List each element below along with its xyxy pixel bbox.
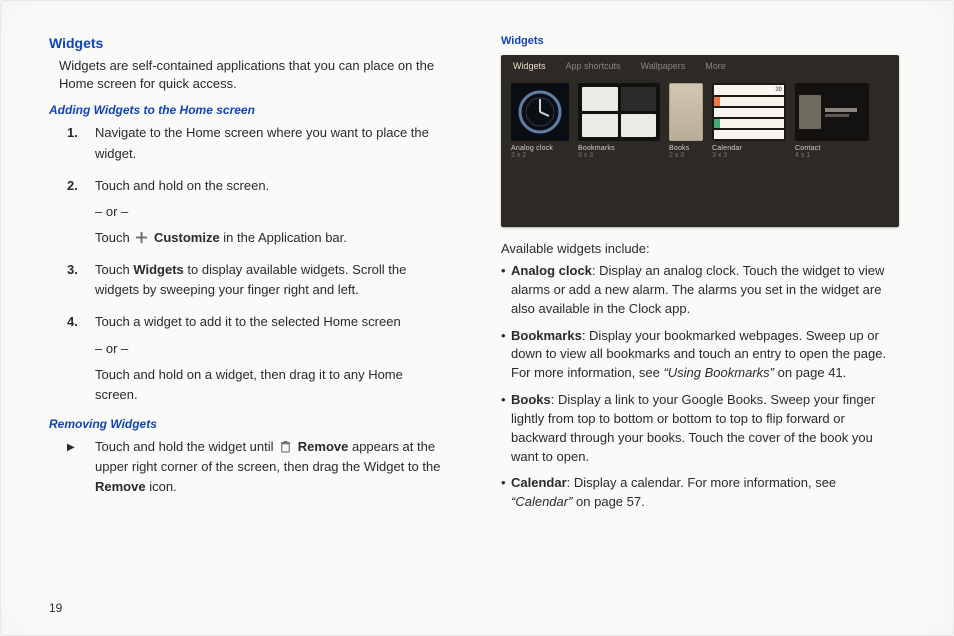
right-column: Widgets Widgets App shortcuts Wallpapers… bbox=[501, 35, 899, 520]
widget-description-list: Analog clock: Display an analog clock. T… bbox=[501, 262, 899, 512]
thumbnail-label: Calendar bbox=[712, 145, 786, 152]
thumbnail-dim: 3 x 3 bbox=[712, 152, 786, 159]
page-number: 19 bbox=[49, 601, 62, 615]
widget-name: Analog clock bbox=[511, 263, 592, 278]
tab-more: More bbox=[705, 61, 726, 71]
widget-analog-clock: Analog clock 2 x 2 bbox=[511, 83, 569, 159]
calendar-header: 30 bbox=[714, 85, 784, 95]
heading-widgets-small: Widgets bbox=[501, 35, 899, 47]
widget-desc-post: on page 57. bbox=[572, 494, 644, 509]
step-number: 1. bbox=[67, 123, 78, 143]
step-text: Touch a widget to add it to the selected… bbox=[95, 314, 401, 329]
widget-books: Books 2 x 3 bbox=[669, 83, 703, 159]
available-text: Available widgets include: bbox=[501, 241, 899, 256]
remove-label: Remove bbox=[298, 439, 349, 454]
thumbnail-dim: 4 x 1 bbox=[795, 152, 869, 159]
widgets-screenshot: Widgets App shortcuts Wallpapers More bbox=[501, 55, 899, 227]
step-1: 1. Navigate to the Home screen where you… bbox=[95, 123, 447, 163]
step-2: 2. Touch and hold on the screen. – or – … bbox=[95, 176, 447, 248]
remove-text-pre: Touch and hold the widget until bbox=[95, 439, 277, 454]
contact-thumbnail bbox=[795, 83, 869, 141]
widget-name: Books bbox=[511, 392, 551, 407]
widget-desc: : Display a link to your Google Books. S… bbox=[511, 392, 875, 464]
left-column: Widgets Widgets are self-contained appli… bbox=[49, 35, 447, 520]
desc-analog-clock: Analog clock: Display an analog clock. T… bbox=[501, 262, 899, 319]
manual-page: Widgets Widgets are self-contained appli… bbox=[0, 0, 954, 636]
widget-desc-post: on page 41. bbox=[774, 365, 846, 380]
adding-steps-list: 1. Navigate to the Home screen where you… bbox=[49, 123, 447, 405]
bookmarks-thumbnail bbox=[578, 83, 660, 141]
heading-adding-widgets: Adding Widgets to the Home screen bbox=[49, 103, 447, 117]
step-3: 3. Touch Widgets to display available wi… bbox=[95, 260, 447, 300]
remove-text-post: icon. bbox=[149, 479, 176, 494]
thumbnail-dim: 2 x 3 bbox=[669, 152, 703, 159]
step-alt: Touch Customize in the Application bar. bbox=[95, 228, 447, 248]
cross-reference: “Using Bookmarks” bbox=[663, 365, 774, 380]
thumbnail-label: Contact bbox=[795, 145, 869, 152]
thumbnail-label: Analog clock bbox=[511, 145, 569, 152]
screenshot-tab-bar: Widgets App shortcuts Wallpapers More bbox=[501, 55, 899, 77]
analog-clock-thumbnail bbox=[511, 83, 569, 141]
trash-can-icon bbox=[279, 440, 292, 453]
widget-calendar: 30 Calendar 3 x 3 bbox=[712, 83, 786, 159]
widgets-label: Widgets bbox=[133, 262, 183, 277]
heading-removing-widgets: Removing Widgets bbox=[49, 417, 447, 431]
tab-widgets: Widgets bbox=[513, 61, 546, 71]
thumbnail-dim: 2 x 2 bbox=[511, 152, 569, 159]
desc-calendar: Calendar: Display a calendar. For more i… bbox=[501, 474, 899, 512]
step-text-pre: Touch bbox=[95, 230, 133, 245]
step-number: 4. bbox=[67, 312, 78, 332]
step-alt: Touch and hold on a widget, then drag it… bbox=[95, 365, 447, 405]
desc-books: Books: Display a link to your Google Boo… bbox=[501, 391, 899, 466]
or-separator: – or – bbox=[95, 339, 447, 359]
remove-step: ▶ Touch and hold the widget until Remove… bbox=[95, 437, 447, 497]
tab-wallpapers: Wallpapers bbox=[641, 61, 686, 71]
triangle-bullet-icon: ▶ bbox=[67, 440, 75, 456]
thumbnail-label: Bookmarks bbox=[578, 145, 660, 152]
cross-reference: “Calendar” bbox=[511, 494, 572, 509]
calendar-thumbnail: 30 bbox=[712, 83, 786, 141]
step-text: Navigate to the Home screen where you wa… bbox=[95, 125, 429, 160]
remove-label: Remove bbox=[95, 479, 146, 494]
screenshot-body: Analog clock 2 x 2 Bookmarks 3 x 3 Books… bbox=[501, 77, 899, 159]
heading-widgets: Widgets bbox=[49, 35, 447, 51]
intro-text: Widgets are self-contained applications … bbox=[59, 57, 447, 93]
customize-label: Customize bbox=[154, 230, 220, 245]
step-text: Touch and hold on the screen. bbox=[95, 178, 269, 193]
step-number: 3. bbox=[67, 260, 78, 280]
step-text-pre: Touch bbox=[95, 262, 133, 277]
or-separator: – or – bbox=[95, 202, 447, 222]
clock-icon bbox=[517, 89, 563, 135]
widget-bookmarks: Bookmarks 3 x 3 bbox=[578, 83, 660, 159]
customize-plus-icon bbox=[135, 231, 148, 244]
widget-desc: : Display a calendar. For more informati… bbox=[567, 475, 837, 490]
widget-name: Bookmarks bbox=[511, 328, 582, 343]
tab-app-shortcuts: App shortcuts bbox=[566, 61, 621, 71]
avatar-icon bbox=[799, 95, 821, 129]
widget-name: Calendar bbox=[511, 475, 567, 490]
removing-list: ▶ Touch and hold the widget until Remove… bbox=[49, 437, 447, 497]
desc-bookmarks: Bookmarks: Display your bookmarked webpa… bbox=[501, 327, 899, 384]
widget-contact: Contact 4 x 1 bbox=[795, 83, 869, 159]
thumbnail-label: Books bbox=[669, 145, 703, 152]
step-4: 4. Touch a widget to add it to the selec… bbox=[95, 312, 447, 405]
books-thumbnail bbox=[669, 83, 703, 141]
thumbnail-dim: 3 x 3 bbox=[578, 152, 660, 159]
step-number: 2. bbox=[67, 176, 78, 196]
step-text-post: in the Application bar. bbox=[223, 230, 347, 245]
